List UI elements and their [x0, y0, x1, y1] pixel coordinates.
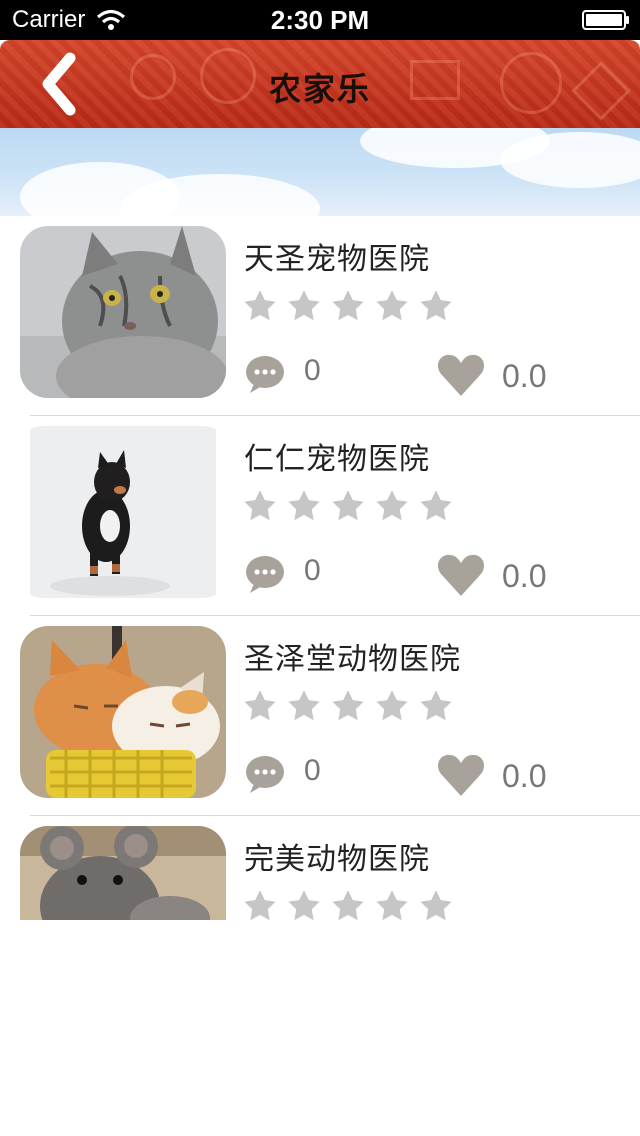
favorite-score: 0.0: [502, 558, 547, 594]
star-icon: [420, 890, 452, 920]
rating-stars: [242, 888, 462, 920]
star-icon: [288, 290, 320, 321]
battery-icon: [582, 10, 629, 30]
comment-icon[interactable]: [244, 554, 286, 594]
status-bar: Carrier 2:30 PM: [0, 0, 640, 40]
star-icon: [288, 890, 320, 920]
star-icon: [288, 490, 320, 521]
comment-count: 0: [304, 554, 321, 587]
hospital-photo: [20, 226, 226, 398]
comment-icon[interactable]: [244, 754, 286, 794]
list-item[interactable]: 天圣宠物医院 0 0.0: [0, 216, 640, 416]
favorite-score: 0.0: [502, 358, 547, 394]
star-icon: [420, 290, 452, 321]
star-icon: [244, 490, 276, 521]
navigation-bar: 农家乐: [0, 40, 640, 131]
star-icon: [244, 890, 276, 920]
heart-icon[interactable]: [436, 352, 486, 398]
list-item[interactable]: 圣泽堂动物医院 0 0.0: [0, 616, 640, 816]
star-icon: [244, 690, 276, 721]
star-icon: [332, 890, 364, 920]
star-icon: [332, 490, 364, 521]
star-icon: [376, 290, 408, 321]
heart-icon[interactable]: [436, 752, 486, 798]
star-icon: [288, 690, 320, 721]
comment-icon[interactable]: [244, 354, 286, 394]
star-icon: [420, 490, 452, 521]
list-item[interactable]: 仁仁宠物医院 0 0.0: [0, 416, 640, 616]
heart-icon[interactable]: [436, 552, 486, 598]
status-time: 2:30 PM: [270, 5, 370, 35]
star-icon: [244, 290, 276, 321]
hospital-photo: [20, 826, 226, 920]
hospital-photo: [20, 626, 226, 798]
sky-banner-image: [0, 128, 640, 216]
page-title: 农家乐: [268, 70, 371, 108]
star-icon: [420, 690, 452, 721]
list-item[interactable]: 完美动物医院: [0, 816, 640, 920]
hospital-list[interactable]: 天圣宠物医院 0 0.0 仁仁宠物医院 0 0.0 圣泽堂动物医院 0 0.0 …: [0, 216, 640, 920]
favorite-score: 0.0: [502, 758, 547, 794]
comment-count: 0: [304, 354, 321, 387]
hospital-name: 仁仁宠物医院: [244, 442, 430, 477]
cloud-decoration: [500, 132, 640, 188]
hospital-name: 完美动物医院: [244, 842, 430, 877]
star-icon: [332, 690, 364, 721]
hospital-photo: [20, 426, 226, 598]
rating-stars: [242, 688, 462, 728]
star-icon: [332, 290, 364, 321]
star-icon: [376, 890, 408, 920]
rating-stars: [242, 288, 462, 328]
hospital-name: 天圣宠物医院: [244, 242, 430, 277]
rating-stars: [242, 488, 462, 528]
star-icon: [376, 490, 408, 521]
hospital-name: 圣泽堂动物医院: [244, 642, 461, 677]
star-icon: [376, 690, 408, 721]
comment-count: 0: [304, 754, 321, 787]
